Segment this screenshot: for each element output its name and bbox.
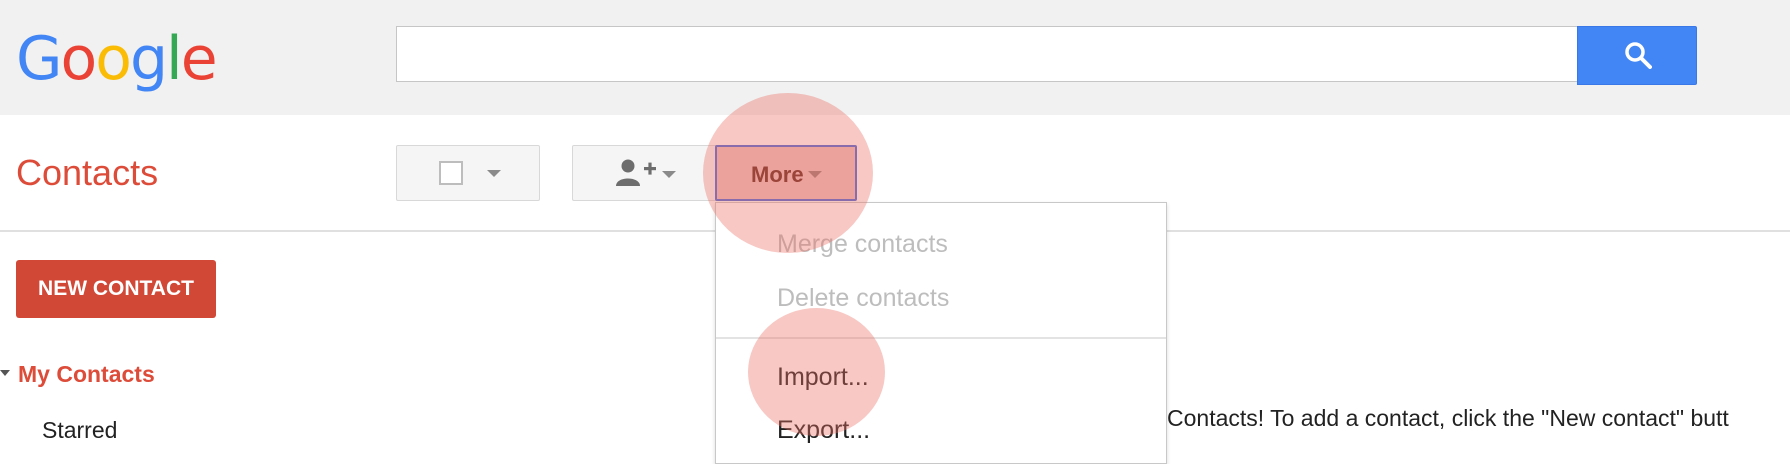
logo-letter: g	[129, 24, 168, 94]
collapse-triangle-icon[interactable]	[0, 370, 10, 376]
more-button[interactable]: More	[715, 145, 857, 201]
logo-letter: l	[166, 24, 183, 94]
select-dropdown-button[interactable]	[396, 145, 540, 201]
add-person-icon	[616, 159, 656, 186]
chevron-down-icon	[487, 170, 501, 177]
google-logo[interactable]: Google	[16, 24, 218, 94]
empty-state-message: Contacts! To add a contact, click the "N…	[1167, 405, 1729, 431]
menu-item-export[interactable]: Export...	[777, 416, 870, 445]
logo-letter: e	[180, 24, 218, 94]
add-to-group-button[interactable]	[572, 145, 722, 201]
menu-item-delete-contacts: Delete contacts	[777, 284, 950, 312]
checkbox-icon[interactable]	[439, 161, 463, 185]
chevron-down-icon	[662, 171, 676, 178]
new-contact-button[interactable]: NEW CONTACT	[16, 260, 216, 318]
menu-item-import[interactable]: Import...	[777, 363, 869, 392]
logo-letter: o	[60, 24, 98, 94]
sidebar-item-my-contacts[interactable]: My Contacts	[18, 361, 155, 388]
top-bar: Google	[0, 0, 1790, 115]
logo-letter: G	[16, 24, 62, 94]
search-button[interactable]	[1577, 26, 1697, 85]
chevron-down-icon	[808, 171, 822, 178]
logo-letter: o	[95, 24, 132, 94]
menu-item-merge-contacts: Merge contacts	[777, 230, 948, 258]
more-dropdown-menu: Merge contacts Delete contacts Import...…	[715, 202, 1167, 464]
app-title: Contacts	[16, 152, 159, 193]
search-input[interactable]	[396, 26, 1578, 82]
menu-divider	[716, 337, 1166, 339]
more-button-label: More	[751, 162, 804, 187]
search-icon	[1625, 42, 1652, 69]
sidebar-item-starred[interactable]: Starred	[42, 417, 117, 444]
